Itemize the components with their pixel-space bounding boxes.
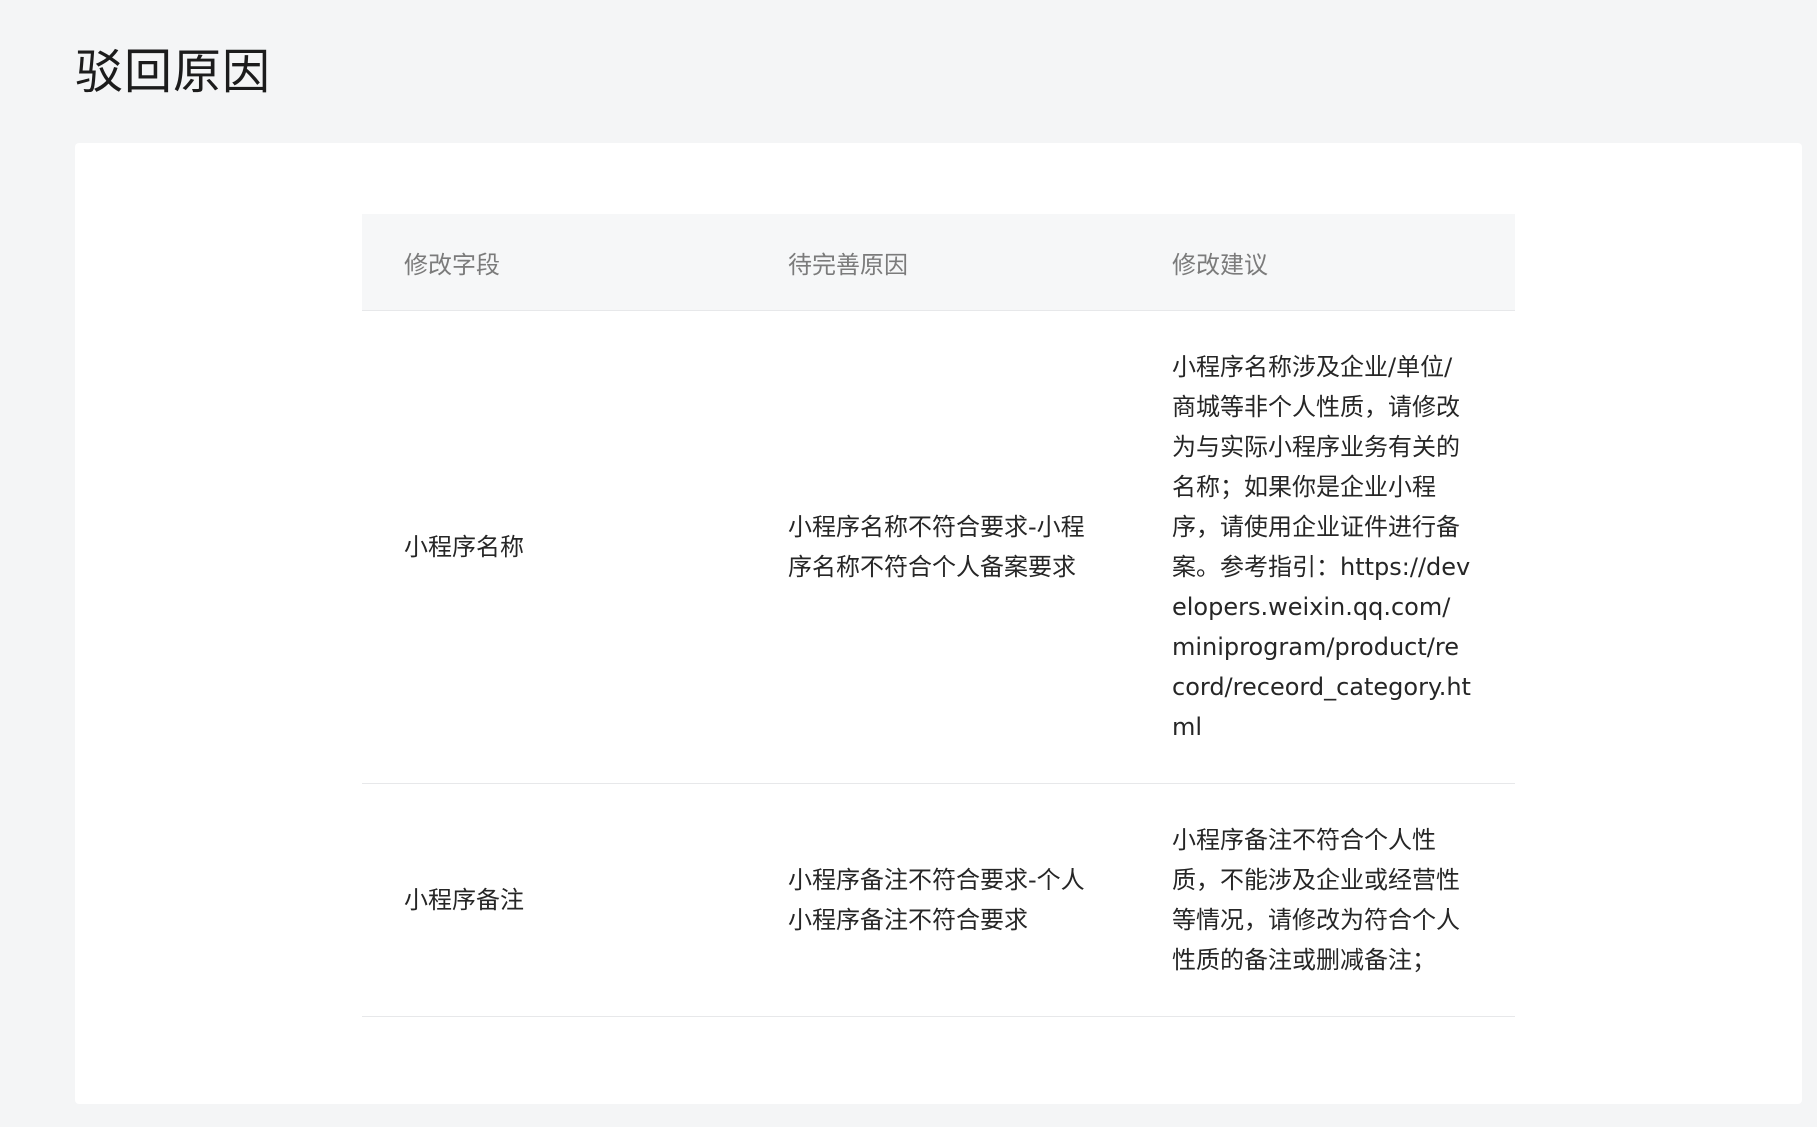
field-cell: 小程序备注 [362,783,746,1017]
page-title: 驳回原因 [75,44,272,100]
table-body: 小程序名称 小程序名称不符合要求-小程序名称不符合个人备案要求 小程序名称涉及企… [362,310,1515,1017]
column-header-reason: 待完善原因 [746,214,1130,311]
reason-cell: 小程序名称不符合要求-小程序名称不符合个人备案要求 [746,310,1130,784]
table-row: 小程序备注 小程序备注不符合要求-个人小程序备注不符合要求 小程序备注不符合个人… [362,783,1515,1017]
reject-reason-card: 修改字段 待完善原因 修改建议 小程序名称 小程序名称不符合要求-小程序名称不符… [75,143,1802,1104]
suggestion-cell: 小程序备注不符合个人性质，不能涉及企业或经营性等情况，请修改为符合个人性质的备注… [1130,783,1515,1017]
reject-reason-table: 修改字段 待完善原因 修改建议 小程序名称 小程序名称不符合要求-小程序名称不符… [362,214,1515,1017]
column-header-suggestion: 修改建议 [1130,214,1515,311]
suggestion-cell: 小程序名称涉及企业/单位/商城等非个人性质，请修改为与实际小程序业务有关的名称；… [1130,310,1515,784]
column-header-field: 修改字段 [362,214,746,311]
field-cell: 小程序名称 [362,310,746,784]
reason-cell: 小程序备注不符合要求-个人小程序备注不符合要求 [746,783,1130,1017]
table-row: 小程序名称 小程序名称不符合要求-小程序名称不符合个人备案要求 小程序名称涉及企… [362,310,1515,784]
table-header-row: 修改字段 待完善原因 修改建议 [362,214,1515,311]
table-header: 修改字段 待完善原因 修改建议 [362,214,1515,311]
